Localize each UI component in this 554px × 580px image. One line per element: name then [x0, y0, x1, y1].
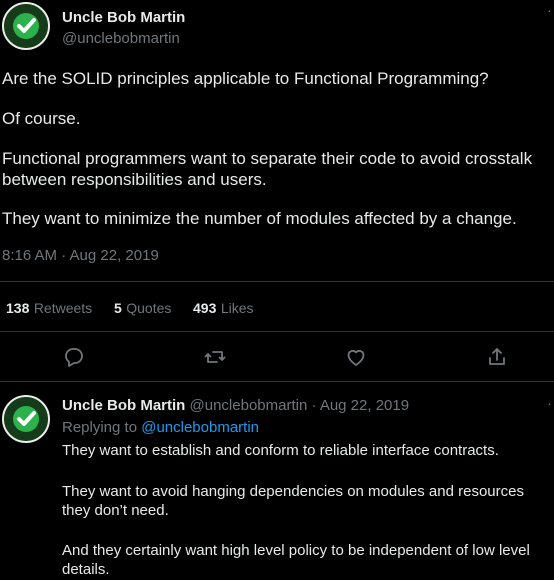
reply-author-name[interactable]: Uncle Bob Martin [62, 397, 185, 414]
quotes-stat[interactable]: 5 Quotes [114, 300, 171, 318]
share-icon[interactable] [485, 345, 509, 369]
reply-line: And they certainly want high level polic… [62, 542, 530, 559]
tweet-line: between responsibilities and users. [2, 170, 267, 189]
reply-line: they don’t need. [62, 502, 169, 519]
retweet-icon[interactable] [203, 345, 227, 369]
tweet-line: Of course. [2, 109, 81, 128]
replying-to: Replying to @unclebobmartin [62, 419, 259, 436]
retweets-count: 138 [6, 300, 30, 316]
likes-label: Likes [220, 300, 254, 316]
likes-count: 493 [193, 300, 217, 316]
reply-line: details. [62, 561, 110, 578]
reply-icon[interactable] [62, 345, 86, 369]
replying-to-label: Replying to [62, 419, 138, 436]
tweet-line: Functional programmers want to separate … [2, 149, 533, 168]
reply-line: They want to avoid hanging dependencies … [62, 483, 524, 500]
reply-avatar[interactable] [2, 395, 50, 443]
likes-stat[interactable]: 493 Likes [193, 300, 254, 318]
like-icon[interactable] [344, 345, 368, 369]
reply-line: They want to establish and conform to re… [62, 442, 499, 459]
reply-header: Uncle Bob Martin @unclebobmartin · Aug 2… [62, 397, 409, 414]
retweets-stat[interactable]: 138 Retweets [6, 300, 92, 318]
quotes-label: Quotes [126, 300, 172, 316]
tweet-line: Are the SOLID principles applicable to F… [2, 69, 489, 88]
author-handle[interactable]: @unclebobmartin [62, 30, 180, 47]
replying-to-handle[interactable]: @unclebobmartin [141, 419, 259, 436]
more-options-icon[interactable]: · [547, 2, 552, 18]
reply-more-options-icon[interactable]: · [547, 395, 552, 411]
retweets-label: Retweets [33, 300, 93, 316]
quotes-count: 5 [114, 300, 122, 316]
tweet-line: They want to minimize the number of modu… [2, 209, 517, 228]
reply-author-handle[interactable]: @unclebobmartin [190, 397, 308, 414]
tweet-timestamp[interactable]: 8:16 AM · Aug 22, 2019 [2, 247, 159, 264]
divider [0, 331, 554, 332]
clean-code-badge-icon [4, 397, 48, 441]
divider [0, 281, 554, 282]
separator-dot: · [311, 397, 317, 414]
reply-date[interactable]: Aug 22, 2019 [320, 397, 409, 414]
author-name[interactable]: Uncle Bob Martin [62, 9, 185, 26]
clean-code-badge-icon [4, 4, 48, 48]
avatar[interactable] [2, 2, 50, 50]
divider [0, 381, 554, 382]
